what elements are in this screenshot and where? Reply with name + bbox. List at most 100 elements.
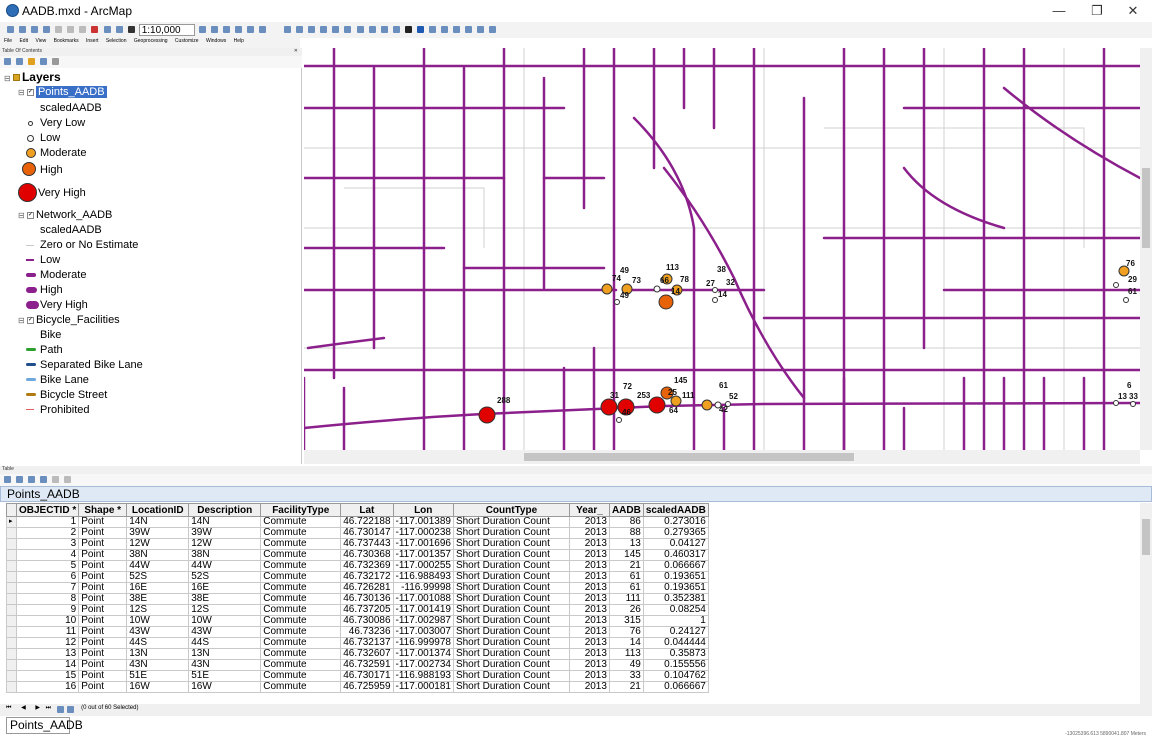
table-cell[interactable]: 44S bbox=[126, 637, 190, 649]
column-header[interactable]: Lat bbox=[340, 503, 394, 517]
table-cell[interactable]: 49 bbox=[608, 659, 644, 671]
forward-extent-icon[interactable] bbox=[368, 26, 376, 33]
table-row[interactable]: 6 Point 52S 52S Commute 46.732172 -116.988493 S… bbox=[6, 571, 709, 583]
table-cell[interactable]: 12W bbox=[126, 538, 190, 550]
table-cell[interactable]: 86 bbox=[608, 516, 644, 528]
table-row[interactable]: 11 Point 43W 43W Commute 46.73236 -117.003007 S… bbox=[6, 626, 709, 638]
list-by-drawing-order-icon[interactable] bbox=[4, 58, 11, 65]
table-cell[interactable]: Point bbox=[78, 648, 128, 660]
table-cell[interactable]: Commute bbox=[260, 681, 342, 693]
table-cell[interactable]: Point bbox=[78, 571, 128, 583]
table-cell[interactable]: Commute bbox=[260, 604, 342, 616]
table-cell[interactable]: Point bbox=[78, 615, 128, 627]
table-cell[interactable]: Point bbox=[78, 549, 128, 561]
table-cell[interactable]: Commute bbox=[260, 560, 342, 572]
table-cell[interactable]: -117.001357 bbox=[392, 549, 454, 561]
table-cell[interactable]: -117.001696 bbox=[392, 538, 454, 550]
table-cell[interactable]: 26 bbox=[608, 604, 644, 616]
table-cell[interactable]: 113 bbox=[608, 648, 644, 660]
table-cell[interactable]: 46.732172 bbox=[340, 571, 394, 583]
measure-icon[interactable] bbox=[440, 26, 448, 33]
table-cell[interactable]: 2013 bbox=[568, 560, 610, 572]
table-cell[interactable]: 2013 bbox=[568, 538, 610, 550]
bike-layer-name[interactable]: Bicycle_Facilities bbox=[36, 314, 120, 326]
table-cell[interactable]: 13N bbox=[126, 648, 190, 660]
table-cell[interactable]: 315 bbox=[608, 615, 644, 627]
table-cell[interactable]: 46.722188 bbox=[340, 516, 394, 528]
table-cell[interactable]: -117.001389 bbox=[392, 516, 454, 528]
table-vscroll-thumb[interactable] bbox=[1142, 519, 1150, 555]
menu-geoprocessing[interactable]: Geoprocessing bbox=[134, 38, 168, 44]
table-cell[interactable]: -116.988193 bbox=[392, 670, 454, 682]
next-record-icon[interactable]: ▶ bbox=[35, 705, 40, 711]
table-cell[interactable]: 16W bbox=[126, 681, 190, 693]
column-header[interactable]: AADB bbox=[608, 503, 644, 517]
table-cell[interactable]: Commute bbox=[260, 538, 342, 550]
table-cell[interactable]: Short Duration Count bbox=[452, 538, 570, 550]
table-cell[interactable]: 61 bbox=[608, 571, 644, 583]
table-cell[interactable]: 44S bbox=[188, 637, 262, 649]
table-cell[interactable]: Commute bbox=[260, 571, 342, 583]
menu-selection[interactable]: Selection bbox=[106, 38, 127, 44]
table-cell[interactable]: 12S bbox=[188, 604, 262, 616]
table-cell[interactable]: Short Duration Count bbox=[452, 648, 570, 660]
row-selector[interactable] bbox=[6, 670, 17, 682]
table-cell[interactable]: Short Duration Count bbox=[452, 681, 570, 693]
table-cell[interactable]: 0.193651 bbox=[642, 571, 709, 583]
table-cell[interactable]: 46.737205 bbox=[340, 604, 394, 616]
zoom-in-icon[interactable] bbox=[284, 26, 292, 33]
table-tab-title[interactable]: Points_AADB bbox=[0, 486, 1152, 502]
table-row[interactable]: 8 Point 38E 38E Commute 46.730136 -117.001088 S… bbox=[6, 593, 709, 605]
previous-record-icon[interactable]: ◀ bbox=[21, 705, 26, 711]
table-cell[interactable]: 145 bbox=[608, 549, 644, 561]
create-viewer-icon[interactable] bbox=[489, 26, 497, 33]
table-cell[interactable]: 43W bbox=[188, 626, 262, 638]
table-cell[interactable]: 1 bbox=[642, 615, 709, 627]
table-cell[interactable]: 61 bbox=[608, 582, 644, 594]
table-cell[interactable]: 9 bbox=[15, 604, 80, 616]
table-cell[interactable]: 4 bbox=[15, 549, 80, 561]
table-cell[interactable]: 11 bbox=[15, 626, 80, 638]
map-view[interactable]: 49 73 113 38 74 66 78 27 32 49 14 14 76 … bbox=[304, 48, 1140, 450]
table-cell[interactable]: 1 bbox=[15, 516, 80, 528]
table-cell[interactable]: 33 bbox=[608, 670, 644, 682]
points-layer-row[interactable]: ⊟ ✓ Points_AADB bbox=[18, 85, 107, 99]
row-selector[interactable] bbox=[6, 626, 17, 638]
table-cell[interactable]: 51E bbox=[126, 670, 190, 682]
minimize-button[interactable]: — bbox=[1044, 2, 1074, 20]
table-cell[interactable]: 2013 bbox=[568, 516, 610, 528]
row-selector[interactable] bbox=[6, 582, 17, 594]
table-cell[interactable]: 0.155556 bbox=[642, 659, 709, 671]
table-cell[interactable]: Short Duration Count bbox=[452, 582, 570, 594]
redo-icon[interactable] bbox=[115, 26, 123, 33]
table-cell[interactable]: Short Duration Count bbox=[452, 560, 570, 572]
row-selector[interactable] bbox=[6, 527, 17, 539]
table-cell[interactable]: -117.000238 bbox=[392, 527, 454, 539]
table-cell[interactable]: 0.35873 bbox=[642, 648, 709, 660]
back-extent-icon[interactable] bbox=[356, 26, 364, 33]
table-cell[interactable]: 12W bbox=[188, 538, 262, 550]
table-cell[interactable]: 0.352381 bbox=[642, 593, 709, 605]
copy-icon[interactable] bbox=[67, 26, 75, 33]
table-row[interactable]: 16 Point 16W 16W Commute 46.725959 -117.000181… bbox=[6, 681, 709, 693]
table-cell[interactable]: Point bbox=[78, 670, 128, 682]
table-cell[interactable]: 46.73236 bbox=[340, 626, 394, 638]
column-header[interactable]: Description bbox=[188, 503, 262, 517]
table-cell[interactable]: Point bbox=[78, 560, 128, 572]
table-cell[interactable]: 10W bbox=[188, 615, 262, 627]
table-cell[interactable]: 38E bbox=[126, 593, 190, 605]
hyperlink-icon[interactable] bbox=[453, 26, 460, 33]
column-header[interactable]: Lon bbox=[392, 503, 454, 517]
row-selector[interactable] bbox=[6, 637, 17, 649]
row-selector[interactable]: ▸ bbox=[6, 516, 17, 528]
column-header[interactable]: Shape * bbox=[78, 503, 128, 517]
table-cell[interactable]: Commute bbox=[260, 670, 342, 682]
table-cell[interactable]: Point bbox=[78, 626, 128, 638]
delete-selected-icon[interactable] bbox=[64, 476, 72, 483]
table-of-contents-icon[interactable] bbox=[210, 26, 218, 33]
catalog-icon[interactable] bbox=[222, 26, 230, 33]
table-cell[interactable]: 0.044444 bbox=[642, 637, 709, 649]
table-cell[interactable]: 46.732591 bbox=[340, 659, 394, 671]
menu-insert[interactable]: Insert bbox=[86, 38, 99, 44]
table-cell[interactable]: Short Duration Count bbox=[452, 626, 570, 638]
